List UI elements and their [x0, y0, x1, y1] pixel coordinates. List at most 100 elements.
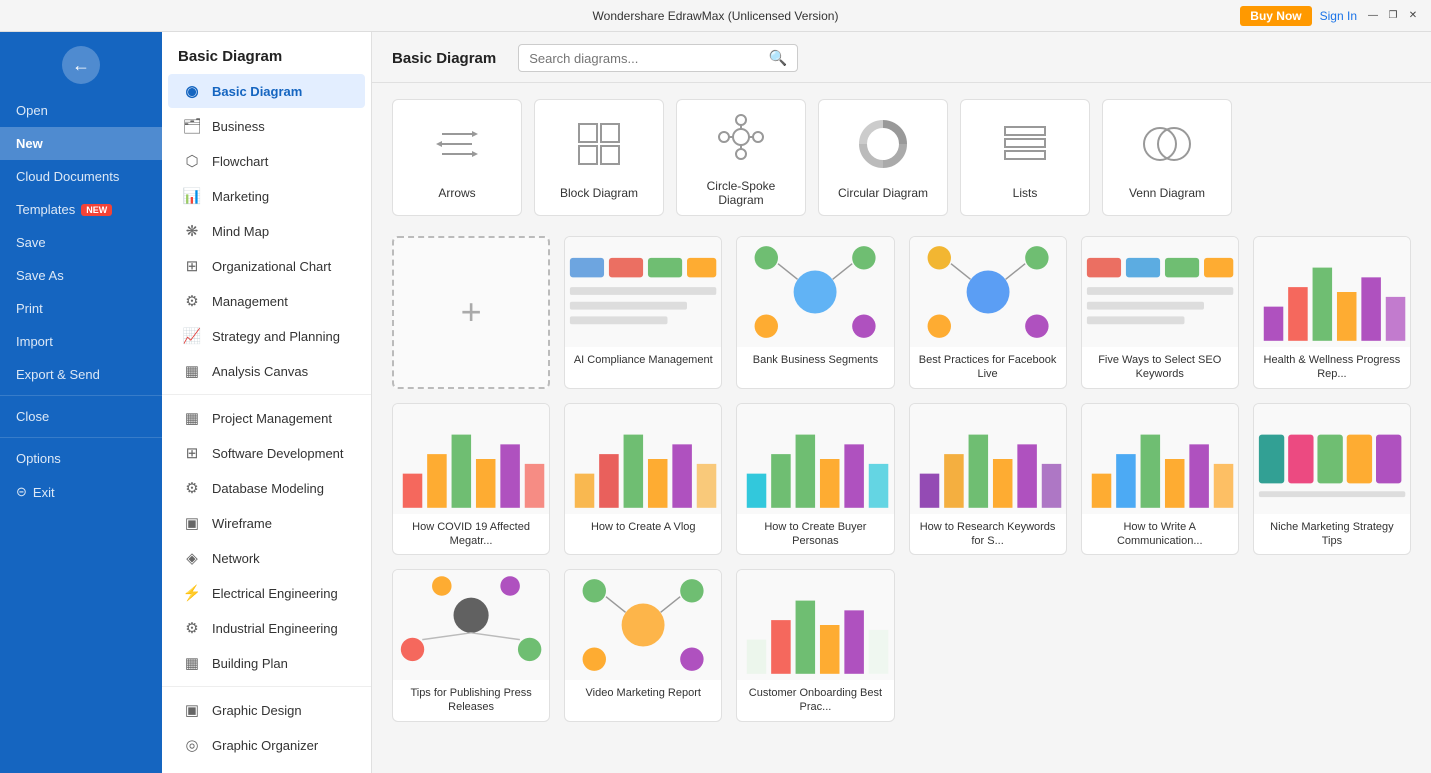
cat-item-graphic-design[interactable]: ▣ Graphic Design: [168, 693, 365, 727]
template-card-5[interactable]: How COVID 19 Affected Megatr...: [392, 403, 550, 556]
sidebar-item-exit[interactable]: ⊝Exit: [0, 475, 162, 509]
cat-item-business[interactable]: 🗂Business: [168, 109, 365, 143]
icon-card-venn[interactable]: Venn Diagram: [1102, 99, 1232, 216]
cat-label-graphic-design: Graphic Design: [212, 703, 302, 718]
cat-item-flowchart[interactable]: ⬡Flowchart: [168, 144, 365, 178]
icon-cards-row: Arrows Block Diagram Circle-Spoke Diagram C…: [392, 99, 1411, 216]
template-card-4[interactable]: Health & Wellness Progress Rep...: [1253, 236, 1411, 389]
template-card-0[interactable]: AI Compliance Management: [564, 236, 722, 389]
sidebar-label-cloud: Cloud Documents: [16, 169, 119, 184]
cat-label-database: Database Modeling: [212, 481, 324, 496]
cat-item-marketing[interactable]: 📊 Marketing: [168, 179, 365, 213]
basic-diagram-icon: ◉: [182, 81, 202, 101]
sidebar-item-cloud[interactable]: Cloud Documents: [0, 160, 162, 193]
sidebar-label-exit: Exit: [33, 485, 55, 500]
sidebar-item-export[interactable]: Export & Send: [0, 358, 162, 391]
template-card-1[interactable]: Bank Business Segments: [736, 236, 894, 389]
cat-item-building[interactable]: ▦Building Plan: [168, 646, 365, 680]
search-icon[interactable]: 🔍: [769, 49, 788, 67]
maximize-button[interactable]: ❐: [1385, 8, 1401, 24]
sidebar-item-import[interactable]: Import: [0, 325, 162, 358]
sidebar-item-close[interactable]: Close: [0, 400, 162, 433]
template-label-4: Health & Wellness Progress Rep...: [1254, 347, 1410, 388]
management-icon: ⚙: [182, 291, 202, 311]
cat-label-marketing: Marketing: [212, 189, 269, 204]
sidebar-item-save[interactable]: Save: [0, 226, 162, 259]
block-icon: [574, 119, 624, 178]
sign-in-link[interactable]: Sign In: [1320, 9, 1357, 23]
icon-card-circular[interactable]: Circular Diagram: [818, 99, 948, 216]
graphic-org-icon: ◎: [182, 735, 202, 755]
template-card-2[interactable]: Best Practices for Facebook Live: [909, 236, 1067, 389]
icon-card-circle-spoke[interactable]: Circle-Spoke Diagram: [676, 99, 806, 216]
cat-item-database[interactable]: ⚙Database Modeling: [168, 471, 365, 505]
strategy-icon: 📈: [182, 326, 202, 346]
icon-card-label-block: Block Diagram: [560, 186, 638, 200]
sidebar-item-templates[interactable]: TemplatesNEW: [0, 193, 162, 226]
sidebar-item-open[interactable]: Open: [0, 94, 162, 127]
cat-label-analysis: Analysis Canvas: [212, 364, 308, 379]
icon-card-lists[interactable]: Lists: [960, 99, 1090, 216]
icon-card-label-circular: Circular Diagram: [838, 186, 928, 200]
new-template-card[interactable]: +: [392, 236, 550, 389]
icon-card-arrows[interactable]: Arrows: [392, 99, 522, 216]
template-thumb-0: [565, 237, 721, 347]
template-card-11[interactable]: Tips for Publishing Press Releases: [392, 569, 550, 722]
template-card-13[interactable]: Customer Onboarding Best Prac...: [736, 569, 894, 722]
sidebar-label-print: Print: [16, 301, 43, 316]
sidebar-item-save-as[interactable]: Save As: [0, 259, 162, 292]
sidebar-item-new[interactable]: New: [0, 127, 162, 160]
sidebar-logo[interactable]: ←: [0, 32, 162, 94]
cat-label-network: Network: [212, 551, 260, 566]
template-thumb-7: [737, 404, 893, 514]
icon-card-block[interactable]: Block Diagram: [534, 99, 664, 216]
cat-label-basic-diagram: Basic Diagram: [212, 84, 302, 99]
mind-map-icon: ❋: [182, 221, 202, 241]
software-dev-icon: ⊞: [182, 443, 202, 463]
category-nav: Basic Diagram ◉ Basic Diagram🗂Business⬡Fl…: [162, 32, 372, 773]
sidebar-item-print[interactable]: Print: [0, 292, 162, 325]
electrical-icon: ⚡: [182, 583, 202, 603]
minimize-button[interactable]: —: [1365, 8, 1381, 24]
template-card-7[interactable]: How to Create Buyer Personas: [736, 403, 894, 556]
template-thumb-6: [565, 404, 721, 514]
marketing-icon: 📊: [182, 186, 202, 206]
app-title: Wondershare EdrawMax (Unlicensed Version…: [593, 9, 839, 23]
cat-label-software-dev: Software Development: [212, 446, 344, 461]
cat-item-project-mgmt[interactable]: ▦Project Management: [168, 401, 365, 435]
circle-spoke-icon: [716, 112, 766, 171]
back-button[interactable]: ←: [62, 46, 100, 84]
cat-item-industrial[interactable]: ⚙Industrial Engineering: [168, 611, 365, 645]
template-thumb-12: [565, 570, 721, 680]
cat-item-strategy[interactable]: 📈Strategy and Planning: [168, 319, 365, 353]
template-card-6[interactable]: How to Create A Vlog: [564, 403, 722, 556]
close-button[interactable]: ✕: [1405, 8, 1421, 24]
cat-item-org-chart[interactable]: ⊞Organizational Chart: [168, 249, 365, 283]
template-card-8[interactable]: How to Research Keywords for S...: [909, 403, 1067, 556]
cat-label-business: Business: [212, 119, 265, 134]
cat-item-mind-map[interactable]: ❋Mind Map: [168, 214, 365, 248]
buy-now-button[interactable]: Buy Now: [1240, 6, 1311, 26]
cat-item-graphic-org[interactable]: ◎Graphic Organizer: [168, 728, 365, 762]
cat-item-analysis[interactable]: ▦Analysis Canvas: [168, 354, 365, 388]
graphic-design-icon: ▣: [182, 700, 202, 720]
cat-item-basic-diagram[interactable]: ◉ Basic Diagram: [168, 74, 365, 108]
template-label-11: Tips for Publishing Press Releases: [393, 680, 549, 721]
cat-label-management: Management: [212, 294, 288, 309]
template-thumb-8: [910, 404, 1066, 514]
cat-item-electrical[interactable]: ⚡Electrical Engineering: [168, 576, 365, 610]
template-card-10[interactable]: Niche Marketing Strategy Tips: [1253, 403, 1411, 556]
network-icon: ◈: [182, 548, 202, 568]
lists-icon: [1000, 119, 1050, 178]
cat-item-wireframe[interactable]: ▣Wireframe: [168, 506, 365, 540]
template-card-9[interactable]: How to Write A Communication...: [1081, 403, 1239, 556]
cat-item-software-dev[interactable]: ⊞ Software Development: [168, 436, 365, 470]
search-input[interactable]: [529, 51, 768, 66]
sidebar-item-options[interactable]: Options: [0, 442, 162, 475]
cat-item-network[interactable]: ◈ Network: [168, 541, 365, 575]
template-card-12[interactable]: Video Marketing Report: [564, 569, 722, 722]
template-card-3[interactable]: Five Ways to Select SEO Keywords: [1081, 236, 1239, 389]
cat-item-management[interactable]: ⚙ Management: [168, 284, 365, 318]
wireframe-icon: ▣: [182, 513, 202, 533]
cat-label-building: Building Plan: [212, 656, 288, 671]
